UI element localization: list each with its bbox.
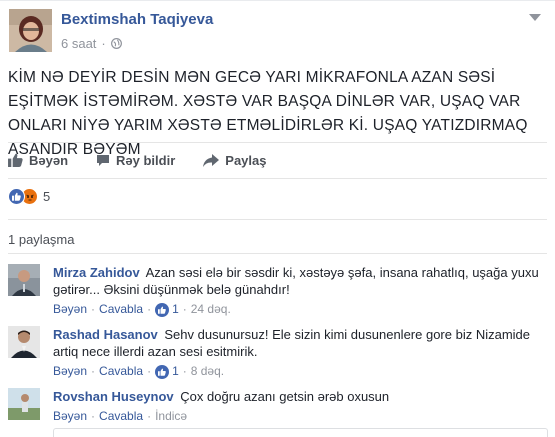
- top-border: [0, 0, 555, 1]
- comment-body: Rovshan Huseynov Çox doğru azanı getsin …: [53, 388, 543, 425]
- thumbs-up-icon: [8, 153, 23, 167]
- comment-like-link[interactable]: Bəyən: [53, 408, 87, 425]
- reactions-summary[interactable]: 5: [8, 188, 50, 205]
- like-reaction-icon: [155, 364, 170, 379]
- comment-label: Rəy bildir: [116, 152, 176, 168]
- comment-button[interactable]: Rəy bildir: [96, 153, 175, 168]
- like-label: Bəyən: [29, 152, 69, 168]
- globe-icon: [110, 38, 122, 49]
- comment-meta: Bəyən · Cavabla · 1 · 8 dəq.: [53, 363, 225, 380]
- comment-time[interactable]: 8 dəq.: [191, 363, 224, 380]
- comment-body: Rashad Hasanov Sehv dusunursuz! Ele sizi…: [53, 326, 543, 380]
- divider: [8, 253, 547, 254]
- like-reaction-icon: [155, 302, 170, 317]
- divider: [8, 219, 547, 220]
- author-name[interactable]: Bextimshah Taqiyeva: [61, 11, 213, 28]
- comment-time[interactable]: 24 dəq.: [191, 301, 231, 318]
- post-card: Bextimshah Taqiyeva 6 saat · KİM NƏ DEYİ…: [0, 0, 555, 437]
- commenter-avatar[interactable]: [8, 264, 40, 296]
- divider: [8, 178, 547, 179]
- comment-icon: [97, 154, 110, 166]
- post-actions: Bəyən Rəy bildir Paylaş: [8, 150, 294, 170]
- comment-like-count[interactable]: 1: [172, 363, 179, 380]
- share-button[interactable]: Paylaş: [203, 153, 266, 168]
- comment-like-link[interactable]: Bəyən: [53, 363, 87, 380]
- comment-reply-link[interactable]: Cavabla: [99, 363, 143, 380]
- commenter-name[interactable]: Rashad Hasanov: [53, 327, 158, 342]
- post-text: KİM NƏ DEYİR DESİN MƏN GECƏ YARI MİKRAFO…: [8, 69, 528, 158]
- share-label: Paylaş: [225, 152, 267, 168]
- commenter-name[interactable]: Mirza Zahidov: [53, 265, 140, 280]
- author-avatar[interactable]: [9, 9, 52, 52]
- share-count-link[interactable]: 1 paylaşma: [8, 232, 74, 247]
- comment-body: Mirza Zahidov Azan səsi elə bir səsdir k…: [53, 264, 543, 318]
- meta-separator: ·: [101, 36, 106, 51]
- reply-input[interactable]: [53, 428, 548, 437]
- commenter-avatar[interactable]: [8, 326, 40, 358]
- share-arrow-icon: [203, 153, 220, 167]
- comment-meta: Bəyən · Cavabla · İndicə: [53, 408, 188, 425]
- comment-reply-link[interactable]: Cavabla: [99, 301, 143, 318]
- comment-time[interactable]: İndicə: [155, 408, 187, 425]
- comment-reply-link[interactable]: Cavabla: [99, 408, 143, 425]
- comment-like-link[interactable]: Bəyən: [53, 301, 87, 318]
- comment-meta: Bəyən · Cavabla · 1 · 24 dəq.: [53, 301, 231, 318]
- comment-like-count[interactable]: 1: [172, 301, 179, 318]
- like-reaction-icon: [8, 188, 25, 205]
- comment-text: Çox doğru azanı getsin ərəb oxusun: [180, 389, 390, 404]
- commenter-name[interactable]: Rovshan Huseynov: [53, 389, 174, 404]
- post-meta: 6 saat ·: [61, 36, 122, 51]
- like-button[interactable]: Bəyən: [8, 153, 68, 168]
- divider: [8, 142, 547, 143]
- post-options-chevron-icon[interactable]: [529, 14, 541, 21]
- commenter-avatar[interactable]: [8, 388, 40, 420]
- post-time[interactable]: 6 saat: [61, 36, 96, 51]
- reaction-count: 5: [43, 189, 51, 204]
